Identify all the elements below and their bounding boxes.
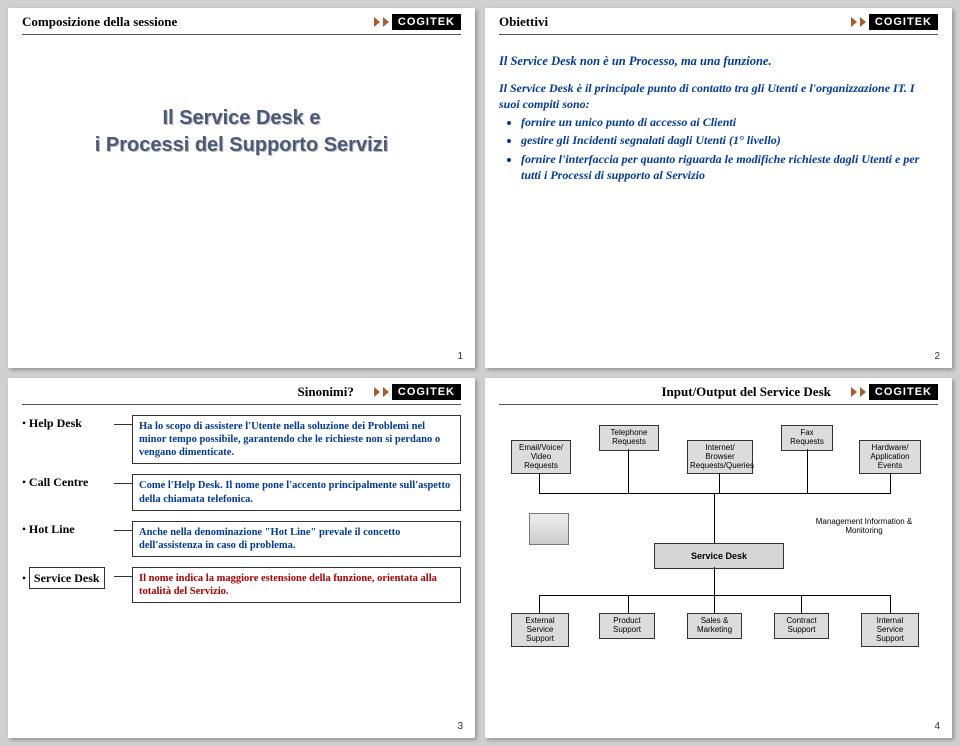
logo-chevron-icon [383, 387, 389, 397]
logo-chevron-icon [374, 17, 380, 27]
slide-2: Obiettivi COGITEK Il Service Desk non è … [485, 8, 952, 368]
synonym-label: • Help Desk [22, 415, 114, 433]
synonym-desc: Il nome indica la maggiore estensione de… [132, 567, 461, 603]
brand-logo: COGITEK [374, 384, 461, 400]
output-box: Internal Service Support [861, 613, 919, 647]
input-box: Hardware/ Application Events [859, 440, 921, 474]
brand-name: COGITEK [392, 384, 461, 400]
connector-line [539, 493, 891, 494]
page-number: 3 [457, 721, 463, 732]
synonym-label: • Service Desk [22, 567, 114, 589]
main-title: Il Service Desk e i Processi del Support… [22, 105, 461, 159]
computer-icon [529, 513, 569, 545]
logo-chevron-icon [383, 17, 389, 27]
connector-line [628, 449, 629, 493]
header-title: Obiettivi [499, 14, 548, 30]
brand-logo: COGITEK [374, 14, 461, 30]
page-number: 4 [934, 721, 940, 732]
connector-line [114, 576, 132, 577]
objective-item: fornire un unico punto di accesso ai Cli… [521, 114, 938, 130]
connector-line [114, 424, 132, 425]
header-title: Composizione della sessione [22, 14, 177, 30]
objectives-list: fornire un unico punto di accesso ai Cli… [503, 114, 938, 183]
input-box: Internet/ Browser Requests/Queries [687, 440, 753, 474]
page-number: 1 [457, 351, 463, 362]
synonym-desc: Come l'Help Desk. Il nome pone l'accento… [132, 474, 461, 510]
input-box: Email/Voice/ Video Requests [511, 440, 571, 474]
logo-chevron-icon [374, 387, 380, 397]
slide-header: Obiettivi COGITEK [485, 8, 952, 30]
header-title: Input/Output del Service Desk [661, 384, 830, 400]
connector-line [890, 595, 891, 613]
synonym-label: • Hot Line [22, 521, 114, 539]
management-info-label: Management Information & Monitoring [809, 515, 919, 539]
connector-line [714, 567, 715, 595]
input-box: Telephone Requests [599, 425, 659, 451]
synonym-desc: Ha lo scopo di assistere l'Utente nella … [132, 415, 461, 464]
output-box: Contract Support [774, 613, 829, 639]
title-line-1: Il Service Desk e [22, 105, 461, 132]
slide-body: Il Service Desk e i Processi del Support… [8, 35, 475, 368]
body-text: Il Service Desk è il principale punto di… [499, 80, 938, 112]
slide-1: Composizione della sessione COGITEK Il S… [8, 8, 475, 368]
intro-text: Il Service Desk non è un Processo, ma un… [499, 53, 938, 70]
slide-3: Sinonimi? COGITEK • Help Desk Ha lo scop… [8, 378, 475, 738]
synonym-row: • Call Centre Come l'Help Desk. Il nome … [22, 474, 461, 510]
slide-header: Input/Output del Service Desk COGITEK [485, 378, 952, 400]
header-title: Sinonimi? [298, 384, 354, 400]
brand-logo: COGITEK [851, 384, 938, 400]
slide-header: Composizione della sessione COGITEK [8, 8, 475, 30]
synonym-desc: Anche nella denominazione "Hot Line" pre… [132, 521, 461, 557]
logo-chevron-icon [851, 387, 857, 397]
connector-line [714, 493, 715, 543]
slide-4: Input/Output del Service Desk COGITEK Em… [485, 378, 952, 738]
output-box: Product Support [599, 613, 655, 639]
connector-line [114, 530, 132, 531]
connector-line [714, 595, 715, 613]
brand-name: COGITEK [392, 14, 461, 30]
connector-line [539, 595, 891, 596]
slide-body: Il Service Desk non è un Processo, ma un… [485, 35, 952, 368]
connector-line [628, 595, 629, 613]
slide-body: Email/Voice/ Video Requests Telephone Re… [485, 405, 952, 738]
connector-line [801, 595, 802, 613]
logo-chevron-icon [860, 17, 866, 27]
connector-line [719, 473, 720, 493]
connector-line [539, 473, 540, 493]
title-line-2: i Processi del Supporto Servizi [22, 132, 461, 159]
synonym-label: • Call Centre [22, 474, 114, 492]
io-diagram: Email/Voice/ Video Requests Telephone Re… [499, 415, 938, 716]
slide-body: • Help Desk Ha lo scopo di assistere l'U… [8, 405, 475, 738]
synonym-row: • Service Desk Il nome indica la maggior… [22, 567, 461, 603]
page-number: 2 [934, 351, 940, 362]
brand-name: COGITEK [869, 14, 938, 30]
objective-item: fornire l'interfaccia per quanto riguard… [521, 151, 938, 183]
synonym-row: • Hot Line Anche nella denominazione "Ho… [22, 521, 461, 557]
logo-chevron-icon [860, 387, 866, 397]
output-box: External Service Support [511, 613, 569, 647]
objective-item: gestire gli Incidenti segnalati dagli Ut… [521, 132, 938, 148]
brand-logo: COGITEK [851, 14, 938, 30]
service-desk-box: Service Desk [654, 543, 784, 569]
slide-header: Sinonimi? COGITEK [8, 378, 475, 400]
connector-line [114, 483, 132, 484]
input-box: Fax Requests [781, 425, 833, 451]
logo-chevron-icon [851, 17, 857, 27]
output-box: Sales & Marketing [687, 613, 742, 639]
connector-line [890, 473, 891, 493]
connector-line [539, 595, 540, 613]
connector-line [807, 449, 808, 493]
synonym-row: • Help Desk Ha lo scopo di assistere l'U… [22, 415, 461, 464]
brand-name: COGITEK [869, 384, 938, 400]
